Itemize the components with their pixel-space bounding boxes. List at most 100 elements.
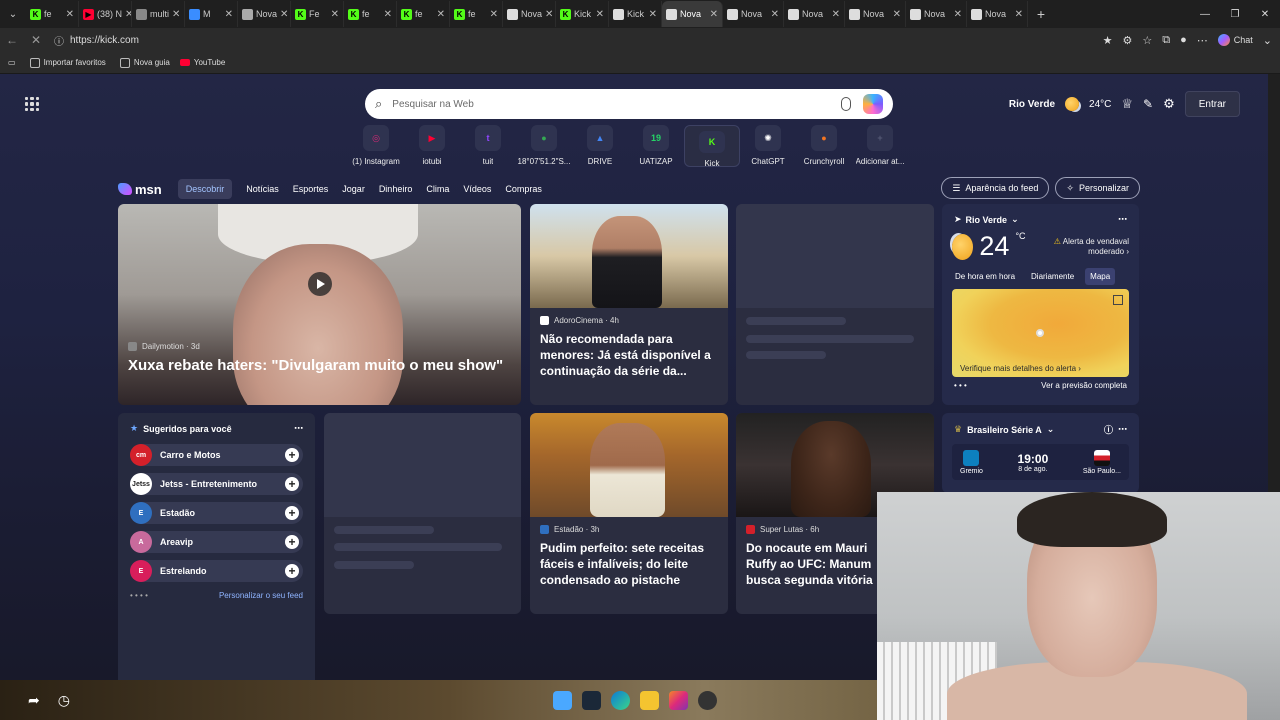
tab-close-icon[interactable]: ✕: [384, 9, 392, 20]
tab-close-icon[interactable]: ✕: [545, 9, 553, 20]
browser-tab[interactable]: Nova ✕: [967, 1, 1028, 27]
favorites-icon[interactable]: ☆: [1142, 34, 1152, 47]
shortcut-tile[interactable]: ● 18°07'51.2"S...: [516, 125, 572, 167]
msn-nav-item[interactable]: Dinheiro: [379, 184, 413, 194]
tab-close-icon[interactable]: ✕: [596, 9, 604, 20]
league-name[interactable]: Brasileiro Série A: [967, 425, 1042, 435]
browser-tab[interactable]: Nova ✕: [503, 1, 556, 27]
msn-nav-item[interactable]: Esportes: [293, 184, 329, 194]
tab-close-icon[interactable]: ✕: [490, 9, 498, 20]
shortcut-tile[interactable]: ✺ ChatGPT: [740, 125, 796, 167]
suggested-item[interactable]: cm Carro e Motos +: [130, 444, 303, 466]
tab-close-icon[interactable]: ✕: [437, 9, 445, 20]
browser-tab[interactable]: Kfe ✕: [26, 1, 79, 27]
msn-nav-item[interactable]: Clima: [426, 184, 449, 194]
favorite-star-icon[interactable]: ★: [1103, 34, 1113, 47]
browser-tab[interactable]: Nova ✕: [238, 1, 291, 27]
personalize-feed-link[interactable]: Personalizar o seu feed: [219, 591, 303, 600]
new-tab-button[interactable]: +: [1028, 6, 1054, 22]
favorite-new-tab[interactable]: Nova guia: [119, 57, 170, 68]
play-icon[interactable]: [308, 272, 332, 296]
favorite-import[interactable]: Importar favoritos: [29, 57, 106, 68]
maximize-icon[interactable]: ❐: [1220, 0, 1250, 28]
tab-close-icon[interactable]: ✕: [225, 9, 233, 20]
tab-map[interactable]: Mapa: [1085, 268, 1116, 285]
follow-plus-icon[interactable]: +: [285, 564, 299, 578]
app-icon[interactable]: [698, 690, 717, 710]
personalize-button[interactable]: ✧ Personalizar: [1055, 177, 1140, 199]
msn-nav-item[interactable]: Descobrir: [177, 179, 233, 199]
news-card[interactable]: Estadão · 3h Pudim perfeito: sete receit…: [530, 413, 728, 614]
tab-close-icon[interactable]: ✕: [172, 9, 180, 20]
msn-nav-item[interactable]: Vídeos: [463, 184, 491, 194]
weather-map[interactable]: Verifique mais detalhes do alerta ›: [952, 289, 1129, 377]
news-headline[interactable]: Não recomendada para menores: Já está di…: [540, 331, 718, 379]
browser-tab[interactable]: Nova ✕: [723, 1, 784, 27]
rewards-icon[interactable]: ♕: [1121, 96, 1133, 112]
shortcut-tile[interactable]: K Kick: [684, 125, 740, 167]
browser-tab[interactable]: Nova ✕: [845, 1, 906, 27]
info-icon[interactable]: ⓘ: [54, 33, 64, 48]
shortcut-tile[interactable]: 19 UATIZAP: [628, 125, 684, 167]
sidebar-toggle-icon[interactable]: ▭: [8, 58, 16, 67]
minimize-icon[interactable]: —: [1190, 0, 1220, 28]
more-icon[interactable]: ⋯: [294, 423, 303, 434]
match-row[interactable]: Gremio 19:00 8 de ago. São Paulo...: [952, 444, 1129, 480]
back-icon[interactable]: ←: [0, 33, 24, 47]
search-input[interactable]: Pesquisar na Web: [392, 99, 841, 110]
sign-in-button[interactable]: Entrar: [1184, 91, 1240, 117]
url-field[interactable]: ⓘ https://kick.com: [54, 33, 139, 48]
microphone-icon[interactable]: [841, 97, 851, 111]
browser-tab[interactable]: Nova ✕: [662, 1, 723, 27]
tab-actions-icon[interactable]: ⌄: [0, 0, 26, 28]
shortcut-tile[interactable]: t tuit: [460, 125, 516, 167]
file-explorer-icon[interactable]: [640, 690, 659, 710]
close-icon[interactable]: ✕: [1250, 0, 1280, 28]
tab-hourly[interactable]: De hora em hora: [950, 268, 1020, 285]
browser-tab[interactable]: K Fe ✕: [291, 1, 344, 27]
tab-close-icon[interactable]: ✕: [280, 9, 288, 20]
collections-icon[interactable]: ⧉: [1162, 34, 1170, 47]
settings-gear-icon[interactable]: ⚙: [1163, 96, 1175, 112]
more-icon[interactable]: ⋯: [1118, 424, 1127, 435]
follow-plus-icon[interactable]: +: [285, 506, 299, 520]
follow-plus-icon[interactable]: +: [285, 535, 299, 549]
hero-news-card[interactable]: Dailymotion · 3d Xuxa rebate haters: "Di…: [118, 204, 521, 405]
chevron-down-icon[interactable]: ⌄: [1263, 34, 1272, 47]
browser-tab[interactable]: multi ✕: [132, 1, 185, 27]
share-icon[interactable]: ➦: [28, 692, 40, 709]
browser-tab[interactable]: Kfe ✕: [450, 1, 503, 27]
shortcut-tile[interactable]: + Adicionar at...: [852, 125, 908, 167]
tab-close-icon[interactable]: ✕: [649, 9, 657, 20]
tab-close-icon[interactable]: ✕: [1015, 9, 1023, 20]
tab-close-icon[interactable]: ✕: [66, 9, 74, 20]
carousel-dots[interactable]: • • •: [954, 381, 967, 390]
weather-map-link[interactable]: Verifique mais detalhes do alerta ›: [960, 364, 1081, 373]
shortcut-tile[interactable]: ▶ iotubi: [404, 125, 460, 167]
browser-tab[interactable]: Nova ✕: [784, 1, 845, 27]
more-icon[interactable]: ⋯: [1118, 214, 1127, 225]
suggested-item[interactable]: A Areavip +: [130, 531, 303, 553]
copilot-search-icon[interactable]: [863, 94, 883, 114]
browser-tab[interactable]: K Kick ✕: [556, 1, 609, 27]
favorite-youtube[interactable]: YouTube: [179, 58, 225, 67]
weather-city[interactable]: Rio Verde: [966, 215, 1008, 225]
tab-close-icon[interactable]: ✕: [893, 9, 901, 20]
more-icon[interactable]: ⋯: [1197, 34, 1208, 47]
suggested-item[interactable]: Jetss Jetss - Entretenimento +: [130, 473, 303, 495]
news-card[interactable]: AdoroCinema · 4h Não recomendada para me…: [530, 204, 728, 405]
browser-tab[interactable]: Kfe ✕: [344, 1, 397, 27]
extensions-icon[interactable]: ⚙: [1123, 34, 1133, 47]
edit-icon[interactable]: ✎: [1143, 97, 1153, 111]
clock-icon[interactable]: ◷: [58, 692, 70, 709]
weather-alert[interactable]: ⚠ Alerta de vendaval moderado ›: [1032, 237, 1129, 257]
browser-tab[interactable]: Kick ✕: [609, 1, 662, 27]
follow-plus-icon[interactable]: +: [285, 448, 299, 462]
suggested-item[interactable]: E Estrelando +: [130, 560, 303, 582]
stop-icon[interactable]: ✕: [24, 33, 48, 47]
info-icon[interactable]: ⓘ: [1104, 423, 1113, 436]
tab-close-icon[interactable]: ✕: [832, 9, 840, 20]
shortcut-tile[interactable]: ◎ (1) Instagram: [348, 125, 404, 167]
steam-icon[interactable]: [582, 690, 601, 710]
browser-tab[interactable]: M ✕: [185, 1, 238, 27]
